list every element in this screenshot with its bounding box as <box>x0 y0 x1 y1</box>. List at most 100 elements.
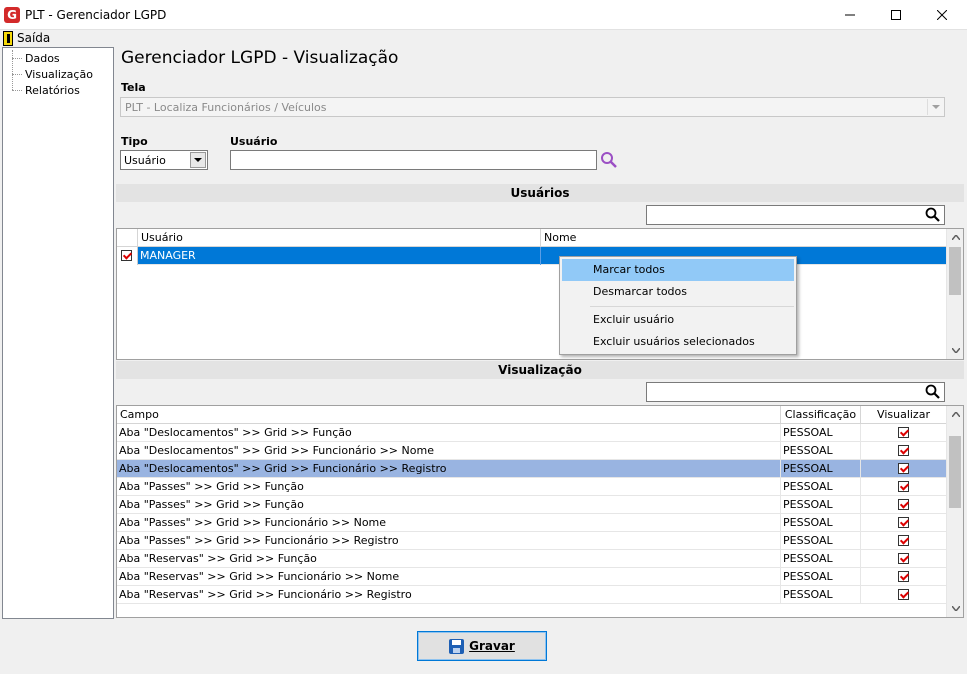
tela-select[interactable]: PLT - Localiza Funcionários / Veículos <box>120 97 945 117</box>
cell-campo: Aba "Passes" >> Grid >> Funcionário >> R… <box>117 532 781 550</box>
column-header-usuario[interactable]: Usuário <box>138 229 541 247</box>
vertical-scrollbar[interactable] <box>946 406 963 617</box>
search-icon[interactable] <box>600 151 618 172</box>
scroll-down-icon[interactable] <box>947 342 963 359</box>
table-row[interactable]: MANAGER <box>117 247 947 265</box>
cell-classificacao: PESSOAL <box>781 532 861 550</box>
cell-classificacao: PESSOAL <box>781 424 861 442</box>
usuario-label: Usuário <box>230 135 278 148</box>
table-row[interactable]: Aba "Passes" >> Grid >> Funcionário >> R… <box>117 532 947 550</box>
cell-visualizar[interactable] <box>861 496 947 514</box>
cell-campo: Aba "Reservas" >> Grid >> Funcionário >>… <box>117 568 781 586</box>
context-menu-item-excluir-selecionados[interactable]: Excluir usuários selecionados <box>562 331 794 353</box>
cell-visualizar[interactable] <box>861 460 947 478</box>
window-title: PLT - Gerenciador LGPD <box>25 8 167 22</box>
maximize-icon <box>891 10 901 20</box>
cell-visualizar[interactable] <box>861 478 947 496</box>
visualizar-checkbox[interactable] <box>898 499 909 510</box>
maximize-button[interactable] <box>873 0 919 30</box>
gravar-label: Gravar <box>469 639 515 653</box>
row-checkbox-cell[interactable] <box>117 247 138 265</box>
tipo-select[interactable]: Usuário <box>120 150 208 170</box>
tree-connector <box>12 58 22 59</box>
visualizar-checkbox[interactable] <box>898 427 909 438</box>
page-title: Gerenciador LGPD - Visualização <box>121 48 399 68</box>
table-row[interactable]: Aba "Deslocamentos" >> Grid >> Função PES… <box>117 424 947 442</box>
table-row[interactable]: Aba "Passes" >> Grid >> Função PESSOAL <box>117 496 947 514</box>
cell-classificacao: PESSOAL <box>781 442 861 460</box>
cell-campo: Aba "Reservas" >> Grid >> Função <box>117 550 781 568</box>
tree-item-dados[interactable]: Dados <box>23 51 62 66</box>
menu-item-saida-label: Saída <box>17 31 51 45</box>
visualizar-checkbox[interactable] <box>898 553 909 564</box>
scroll-down-icon[interactable] <box>947 600 963 617</box>
visualizar-checkbox[interactable] <box>898 517 909 528</box>
tree-connector <box>12 74 22 75</box>
table-row[interactable]: Aba "Reservas" >> Grid >> Função PESSOAL <box>117 550 947 568</box>
context-menu-item-desmarcar-todos[interactable]: Desmarcar todos <box>562 281 794 303</box>
visualizar-checkbox[interactable] <box>898 481 909 492</box>
search-icon[interactable] <box>925 207 941 226</box>
cell-visualizar[interactable] <box>861 514 947 532</box>
cell-classificacao: PESSOAL <box>781 496 861 514</box>
tree-connector <box>12 50 13 90</box>
tree-item-relatorios[interactable]: Relatórios <box>23 83 82 98</box>
table-row[interactable]: Aba "Reservas" >> Grid >> Funcionário >>… <box>117 568 947 586</box>
cell-visualizar[interactable] <box>861 586 947 604</box>
gravar-button[interactable]: Gravar <box>417 631 547 661</box>
visualizar-checkbox[interactable] <box>898 571 909 582</box>
tela-label: Tela <box>121 81 146 94</box>
tela-select-value: PLT - Localiza Funcionários / Veículos <box>125 101 327 114</box>
usuario-input[interactable] <box>230 150 597 170</box>
search-icon[interactable] <box>925 384 941 403</box>
row-checkbox[interactable] <box>121 250 132 261</box>
column-header-classificacao[interactable]: Classificação <box>781 406 861 424</box>
cell-campo: Aba "Deslocamentos" >> Grid >> Funcionár… <box>117 442 781 460</box>
app-logo-icon: G <box>4 7 20 23</box>
context-menu-item-excluir-usuario[interactable]: Excluir usuário <box>562 309 794 331</box>
column-header-nome[interactable]: Nome <box>541 229 947 247</box>
grid-header: Campo Classificação Visualizar <box>117 406 947 424</box>
table-row[interactable]: Aba "Passes" >> Grid >> Funcionário >> N… <box>117 514 947 532</box>
cell-visualizar[interactable] <box>861 442 947 460</box>
visualizacao-search-input[interactable] <box>646 382 945 402</box>
navigation-tree: Dados Visualização Relatórios <box>2 47 114 619</box>
cell-campo: Aba "Deslocamentos" >> Grid >> Funcionár… <box>117 460 781 478</box>
column-header-visualizar[interactable]: Visualizar <box>861 406 947 424</box>
usuarios-section-header: Usuários <box>116 184 964 202</box>
minimize-button[interactable] <box>827 0 873 30</box>
vertical-scrollbar[interactable] <box>946 229 963 359</box>
checkbox-column-header <box>117 229 138 247</box>
scroll-up-icon[interactable] <box>947 229 963 246</box>
visualizar-checkbox[interactable] <box>898 535 909 546</box>
cell-visualizar[interactable] <box>861 532 947 550</box>
cell-visualizar[interactable] <box>861 424 947 442</box>
tipo-label: Tipo <box>121 135 148 148</box>
scroll-thumb[interactable] <box>949 436 961 508</box>
cell-campo: Aba "Passes" >> Grid >> Função <box>117 496 781 514</box>
context-menu-separator <box>590 306 794 307</box>
cell-classificacao: PESSOAL <box>781 586 861 604</box>
scroll-up-icon[interactable] <box>947 406 963 423</box>
usuarios-grid[interactable]: Usuário Nome MANAGER <box>116 228 964 360</box>
table-row[interactable]: Aba "Deslocamentos" >> Grid >> Funcionár… <box>117 460 947 478</box>
visualizar-checkbox[interactable] <box>898 445 909 456</box>
tree-item-visualizacao[interactable]: Visualização <box>23 67 95 82</box>
chevron-down-icon[interactable] <box>190 152 206 168</box>
table-row[interactable]: Aba "Reservas" >> Grid >> Funcionário >>… <box>117 586 947 604</box>
menu-item-saida[interactable]: Saída <box>3 30 50 46</box>
visualizar-checkbox[interactable] <box>898 589 909 600</box>
cell-visualizar[interactable] <box>861 568 947 586</box>
column-header-campo[interactable]: Campo <box>117 406 781 424</box>
scroll-thumb[interactable] <box>949 247 961 295</box>
context-menu-item-marcar-todos[interactable]: Marcar todos <box>562 259 794 281</box>
cell-visualizar[interactable] <box>861 550 947 568</box>
visualizacao-grid[interactable]: Campo Classificação Visualizar Aba "Desl… <box>116 405 964 618</box>
close-button[interactable] <box>919 0 965 30</box>
usuarios-search-input[interactable] <box>646 205 945 225</box>
table-row[interactable]: Aba "Deslocamentos" >> Grid >> Funcionár… <box>117 442 947 460</box>
table-row[interactable]: Aba "Passes" >> Grid >> Função PESSOAL <box>117 478 947 496</box>
visualizar-checkbox[interactable] <box>898 463 909 474</box>
cell-classificacao: PESSOAL <box>781 550 861 568</box>
cell-classificacao: PESSOAL <box>781 514 861 532</box>
